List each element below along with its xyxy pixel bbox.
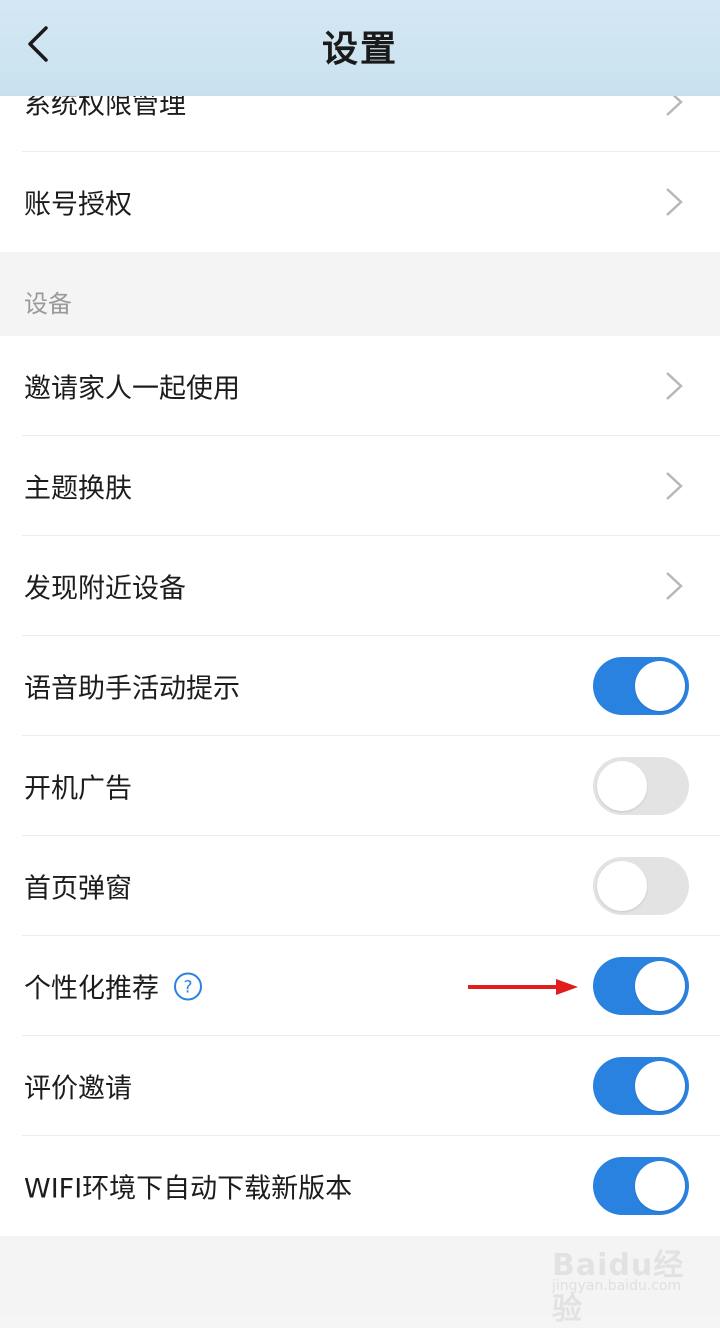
toggle-knob — [597, 761, 647, 811]
row-voice-assistant: 语音助手活动提示 — [0, 636, 720, 736]
row-label: 首页弹窗 — [24, 873, 132, 905]
chevron-right-icon — [666, 572, 683, 600]
chevron-right-icon — [666, 188, 683, 216]
toggle-personalized-recommend[interactable] — [593, 957, 689, 1015]
toggle-knob — [635, 661, 685, 711]
toggle-startup-ad[interactable] — [593, 757, 689, 815]
settings-list: 系统权限管理 账号授权 设备 邀请家人一起使用 主题换肤 发现附近设备 语音助手… — [0, 0, 720, 1316]
page-title: 设置 — [321, 29, 398, 70]
row-label-wrap: 个性化推荐 ? — [24, 967, 203, 1006]
row-label: 发现附近设备 — [24, 573, 186, 605]
row-personalized-recommend: 个性化推荐 ? — [0, 936, 720, 1036]
row-label: 邀请家人一起使用 — [24, 373, 240, 405]
toggle-home-popup[interactable] — [593, 857, 689, 915]
toggle-knob — [635, 1161, 685, 1211]
row-label: 个性化推荐 — [24, 973, 159, 1005]
chevron-right-icon — [666, 372, 683, 400]
row-label: WIFI环境下自动下载新版本 — [24, 1173, 353, 1205]
section-header-device: 设备 — [0, 252, 720, 336]
help-glyph: ? — [183, 977, 192, 997]
device-group: 邀请家人一起使用 主题换肤 发现附近设备 语音助手活动提示 开机广告 首页弹窗 — [0, 336, 720, 1236]
chevron-right-icon — [666, 472, 683, 500]
row-account-auth[interactable]: 账号授权 — [0, 152, 720, 252]
row-wifi-auto-download: WIFI环境下自动下载新版本 — [0, 1136, 720, 1236]
toggle-knob — [635, 961, 685, 1011]
toggle-knob — [635, 1061, 685, 1111]
toggle-knob — [597, 861, 647, 911]
row-rating-invite: 评价邀请 — [0, 1036, 720, 1136]
row-invite-family[interactable]: 邀请家人一起使用 — [0, 336, 720, 436]
row-label: 账号授权 — [24, 189, 132, 221]
watermark-subtext: jingyan.baidu.com — [552, 1278, 682, 1294]
question-circle-icon[interactable]: ? — [173, 971, 203, 1001]
red-arrow-annotation — [468, 979, 578, 995]
row-label: 主题换肤 — [24, 473, 132, 505]
watermark-logo: Baidu经验 jingyan.baidu.com — [552, 1238, 692, 1327]
toggle-wifi-auto-download[interactable] — [593, 1157, 689, 1215]
row-label: 评价邀请 — [24, 1073, 132, 1105]
toggle-voice-assistant[interactable] — [593, 657, 689, 715]
toggle-rating-invite[interactable] — [593, 1057, 689, 1115]
section-title: 设备 — [24, 290, 72, 318]
row-label: 语音助手活动提示 — [24, 673, 240, 705]
row-startup-ad: 开机广告 — [0, 736, 720, 836]
row-label: 开机广告 — [24, 773, 132, 805]
row-discover-devices[interactable]: 发现附近设备 — [0, 536, 720, 636]
row-theme-skin[interactable]: 主题换肤 — [0, 436, 720, 536]
row-home-popup: 首页弹窗 — [0, 836, 720, 936]
top-bar: 设置 — [0, 0, 720, 96]
